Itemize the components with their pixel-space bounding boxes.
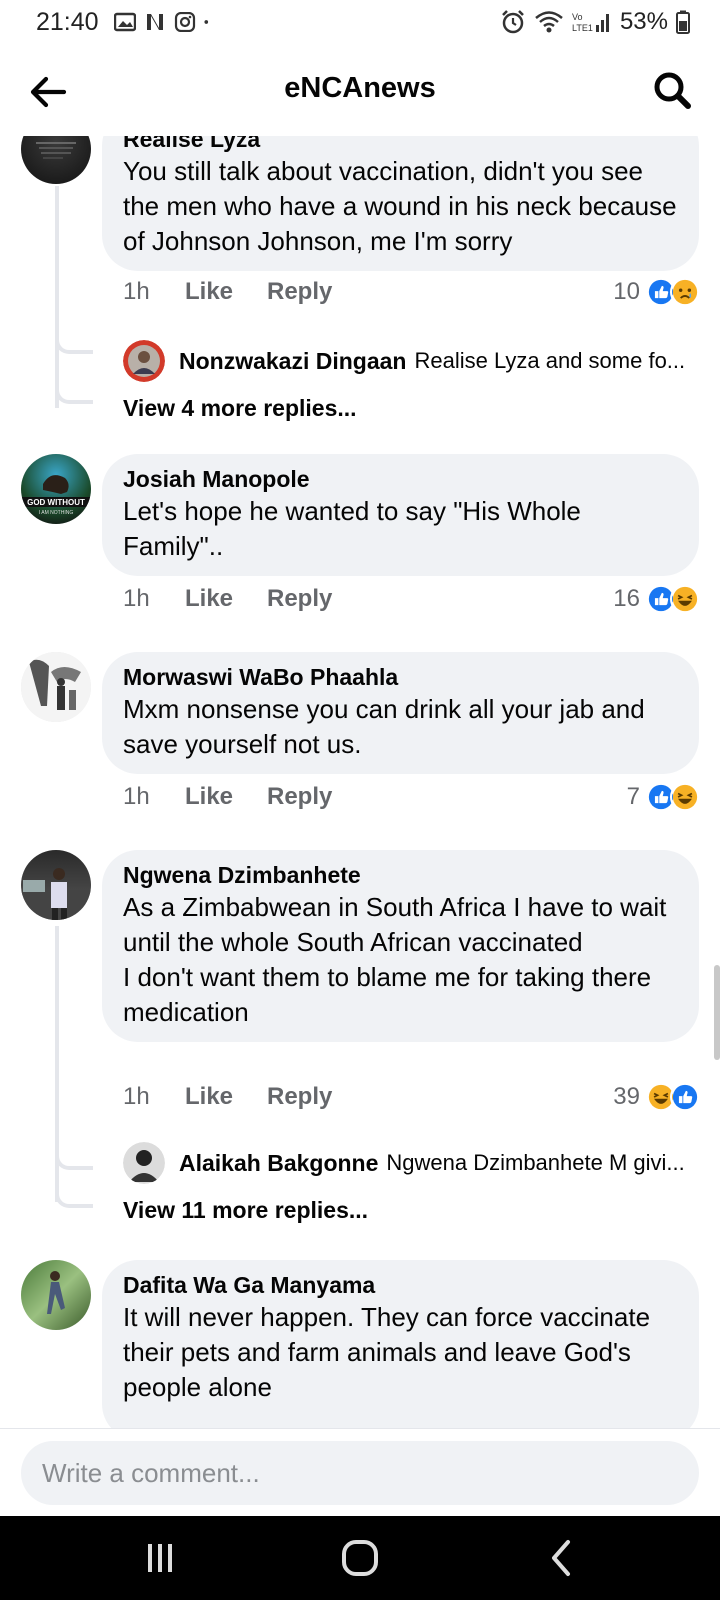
like-button[interactable]: Like	[185, 783, 267, 811]
wifi-icon	[535, 11, 563, 33]
reply-author[interactable]: Nonzwakazi Dingaan	[179, 348, 406, 375]
comment-text: Mxm nonsense you can drink all your jab …	[123, 694, 645, 759]
comment-actions: 1h Like Reply	[123, 585, 332, 613]
reply-button[interactable]: Reply	[267, 783, 332, 811]
page-title: eNCAnews	[284, 72, 436, 104]
avatar[interactable]	[21, 850, 91, 920]
thread-branch	[55, 1150, 93, 1170]
home-icon[interactable]	[338, 1538, 382, 1578]
haha-reaction-icon	[670, 584, 700, 614]
thread-line	[55, 186, 59, 408]
back-nav-icon[interactable]	[540, 1538, 584, 1578]
netflix-n-icon	[147, 14, 163, 30]
reactions[interactable]: 39	[613, 1082, 700, 1112]
avatar[interactable]	[123, 1142, 165, 1184]
haha-reaction-icon	[670, 782, 700, 812]
like-reaction-icon	[670, 1082, 700, 1112]
reply-text: Realise Lyza and some fo...	[414, 348, 686, 373]
avatar[interactable]: GOD WITHOUT I AM NOTHING	[21, 454, 91, 524]
avatar[interactable]	[123, 340, 165, 382]
comment-text: I don't want them to blame me for taking…	[123, 962, 652, 1027]
reply-button[interactable]: Reply	[267, 278, 332, 306]
view-more-replies[interactable]: View 11 more replies...	[123, 1197, 368, 1224]
reaction-count: 7	[626, 783, 640, 810]
like-button[interactable]: Like	[185, 278, 267, 306]
thread-branch	[55, 1188, 93, 1208]
status-right: Vo LTE1 53%	[500, 8, 690, 36]
instagram-icon	[174, 12, 196, 32]
reaction-count: 10	[613, 278, 640, 305]
dot-icon	[204, 20, 209, 24]
avatar-text: GOD WITHOUT	[27, 498, 85, 507]
reply-preview[interactable]: Nonzwakazi Dingaan Realise Lyza and some…	[123, 340, 698, 382]
reactions[interactable]: 16	[613, 584, 700, 614]
avatar-subtext: I AM NOTHING	[39, 510, 74, 516]
comment-bubble[interactable]: Josiah Manopole Let's hope he wanted to …	[102, 454, 699, 576]
svg-text:LTE1: LTE1	[572, 23, 593, 33]
comment-author[interactable]: Josiah Manopole	[123, 464, 679, 494]
status-bar: 21:40 Vo LTE1 53%	[0, 0, 720, 46]
comment-time: 1h	[123, 278, 150, 305]
comment-text: You still talk about vaccination, didn't…	[123, 156, 677, 256]
comment-bubble[interactable]: Realise Lyza You still talk about vaccin…	[102, 136, 699, 271]
comment-bubble[interactable]: Morwaswi WaBo Phaahla Mxm nonsense you c…	[102, 652, 699, 774]
comment-bubble[interactable]: Dafita Wa Ga Manyama It will never happe…	[102, 1260, 699, 1428]
status-time: 21:40	[36, 8, 99, 36]
reaction-count: 16	[613, 585, 640, 612]
comment-actions: 1h Like Reply	[123, 783, 332, 811]
view-more-replies[interactable]: View 4 more replies...	[123, 395, 357, 422]
comment-author[interactable]: Dafita Wa Ga Manyama	[123, 1270, 679, 1300]
comment-time: 1h	[123, 585, 150, 612]
comment-input[interactable]	[21, 1441, 699, 1505]
comment-composer	[0, 1428, 720, 1516]
alarm-icon	[502, 10, 524, 34]
comments-feed[interactable]: Realise Lyza You still talk about vaccin…	[0, 136, 720, 1428]
comment-time: 1h	[123, 1083, 150, 1110]
avatar[interactable]	[21, 652, 91, 722]
svg-text:Vo: Vo	[572, 12, 583, 22]
app-header: eNCAnews	[0, 46, 720, 136]
system-nav-bar	[0, 1516, 720, 1600]
reply-text: Ngwena Dzimbanhete M givi...	[386, 1150, 685, 1175]
gallery-icon	[114, 12, 136, 32]
reactions[interactable]: 7	[627, 782, 700, 812]
search-icon[interactable]	[650, 68, 694, 112]
reactions[interactable]: 10	[613, 277, 700, 307]
battery-percent: 53%	[619, 8, 668, 35]
like-button[interactable]: Like	[185, 585, 267, 613]
comment-actions: 1h Like Reply	[123, 1083, 332, 1111]
avatar[interactable]	[21, 136, 91, 184]
comment-author[interactable]: Realise Lyza	[123, 136, 679, 154]
thread-branch	[55, 384, 93, 404]
reply-button[interactable]: Reply	[267, 1083, 332, 1111]
like-button[interactable]: Like	[185, 1083, 267, 1111]
comment-bubble[interactable]: Ngwena Dzimbanhete As a Zimbabwean in So…	[102, 850, 699, 1042]
avatar[interactable]	[21, 1260, 91, 1330]
comment-text: Let's hope he wanted to say "His Whole F…	[123, 496, 581, 561]
reaction-count: 39	[613, 1083, 640, 1110]
scrollbar[interactable]	[714, 965, 720, 1060]
comment-author[interactable]: Ngwena Dzimbanhete	[123, 860, 679, 890]
comment-text: As a Zimbabwean in South Africa I have t…	[123, 892, 667, 957]
comment-actions: 1h Like Reply	[123, 278, 332, 306]
signal-icon: VoLTE1	[572, 12, 609, 33]
comment-author[interactable]: Morwaswi WaBo Phaahla	[123, 662, 679, 692]
notification-icons	[114, 12, 214, 32]
battery-icon	[676, 10, 690, 34]
comment-text: It will never happen. They can force vac…	[123, 1302, 651, 1402]
reply-preview[interactable]: Alaikah Bakgonne Ngwena Dzimbanhete M gi…	[123, 1142, 698, 1184]
reply-button[interactable]: Reply	[267, 585, 332, 613]
comment-time: 1h	[123, 783, 150, 810]
reply-author[interactable]: Alaikah Bakgonne	[179, 1150, 378, 1177]
recent-apps-icon[interactable]	[138, 1538, 182, 1578]
sad-reaction-icon	[670, 277, 700, 307]
thread-branch	[55, 334, 93, 354]
